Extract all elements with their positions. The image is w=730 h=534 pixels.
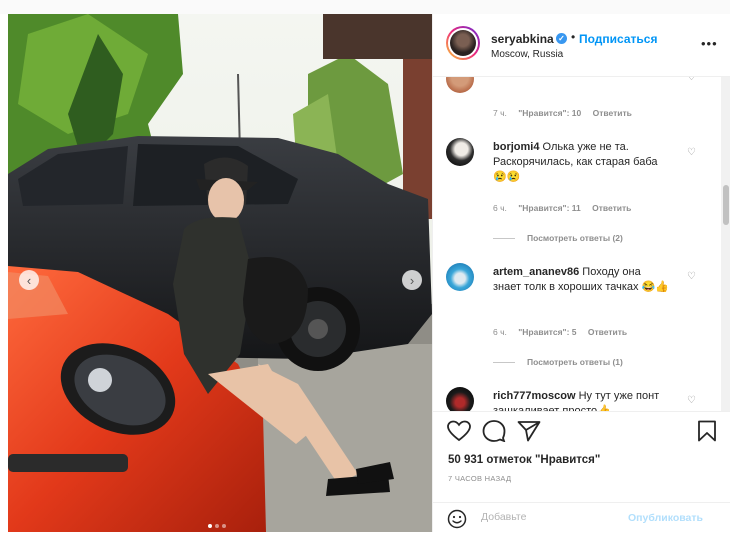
post-location[interactable]: Moscow, Russia — [491, 49, 563, 60]
commenter-avatar[interactable] — [446, 77, 474, 93]
likes-count[interactable]: 50 931 отметок "Нравится" — [448, 454, 600, 466]
comment-like-heart-icon[interactable]: ♡ — [687, 147, 696, 158]
follow-button[interactable]: Подписаться — [579, 32, 657, 46]
add-comment-bar: Опубликовать — [433, 502, 730, 534]
post-header: seryabkina ✓ • Подписаться Moscow, Russi… — [433, 14, 730, 77]
post-photo[interactable]: ‹ › — [8, 14, 432, 532]
commenter-avatar[interactable] — [446, 138, 474, 166]
publish-button[interactable]: Опубликовать — [628, 512, 703, 524]
post-time-ago[interactable]: 7 ЧАСОВ НАЗАД — [448, 474, 511, 483]
comment-text: rich777moscow Ну тут уже понт зашкаливае… — [493, 390, 660, 411]
photo-illustration — [8, 14, 432, 532]
comment-username[interactable]: borjomi4 — [493, 141, 539, 153]
comment-meta: 6 ч. "Нравится": 11 Ответить — [493, 203, 640, 213]
post-side-panel: seryabkina ✓ • Подписаться Moscow, Russi… — [432, 14, 730, 533]
instagram-post: ‹ › seryabkina ✓ • Подписаться Moscow, R… — [8, 14, 730, 533]
heart-icon[interactable] — [447, 420, 471, 442]
comment-likes[interactable]: "Нравится": 5 — [518, 327, 576, 337]
comment-text: artem_ananev86 Походу она знает толк в х… — [493, 266, 669, 293]
comment-likes[interactable]: "Нравится": 11 — [518, 203, 580, 213]
reply-button[interactable]: Ответить — [592, 203, 631, 213]
chevron-right-icon: › — [409, 272, 415, 288]
comment-likes[interactable]: "Нравится": 10 — [518, 108, 581, 118]
separator-dot: • — [571, 30, 576, 44]
next-photo-button[interactable]: › — [402, 270, 422, 290]
comment-time: 6 ч. — [493, 327, 507, 337]
verified-badge-icon: ✓ — [556, 33, 567, 44]
bookmark-icon[interactable] — [697, 420, 717, 442]
commenter-avatar[interactable] — [446, 263, 474, 291]
comments-list[interactable]: ♡ 7 ч. "Нравится": 10 Ответить borjomi4 … — [433, 77, 719, 411]
view-replies-button[interactable]: Посмотреть ответы (2) — [493, 233, 623, 243]
comment-input[interactable] — [481, 511, 631, 523]
previous-photo-button[interactable]: ‹ — [19, 270, 39, 290]
comment-time: 7 ч. — [493, 108, 507, 118]
comment-text: borjomi4 Олька уже не та. Раскорячилась,… — [493, 141, 658, 183]
chevron-left-icon: ‹ — [26, 272, 32, 288]
carousel-dots — [208, 524, 226, 528]
reply-button[interactable]: Ответить — [593, 108, 632, 118]
comment-like-heart-icon[interactable]: ♡ — [687, 77, 696, 83]
comment-bubble-icon[interactable] — [482, 420, 506, 442]
comment-meta: 6 ч. "Нравится": 5 Ответить — [493, 327, 636, 337]
comment-time: 6 ч. — [493, 203, 507, 213]
smiley-icon[interactable] — [447, 509, 467, 529]
carousel-dot — [208, 524, 212, 528]
author-username[interactable]: seryabkina — [491, 32, 554, 46]
scrollbar-thumb[interactable] — [723, 185, 729, 225]
more-options-button[interactable]: ••• — [701, 36, 718, 51]
reply-button[interactable]: Ответить — [588, 327, 627, 337]
comment-like-heart-icon[interactable]: ♡ — [687, 395, 696, 406]
view-replies-button[interactable]: Посмотреть ответы (1) — [493, 357, 623, 367]
commenter-avatar[interactable] — [446, 387, 474, 411]
comments-scrollbar[interactable] — [721, 77, 730, 411]
carousel-dot — [215, 524, 219, 528]
paper-plane-icon[interactable] — [517, 420, 541, 442]
comment-username[interactable]: artem_ananev86 — [493, 266, 579, 278]
comment-meta: 7 ч. "Нравится": 10 Ответить — [493, 108, 641, 118]
post-actions: 50 931 отметок "Нравится" 7 ЧАСОВ НАЗАД … — [433, 411, 730, 533]
comment-username[interactable]: rich777moscow — [493, 390, 576, 402]
author-avatar[interactable] — [446, 26, 480, 60]
browser-top-strip — [0, 0, 730, 14]
comment-like-heart-icon[interactable]: ♡ — [687, 271, 696, 282]
carousel-dot — [222, 524, 226, 528]
